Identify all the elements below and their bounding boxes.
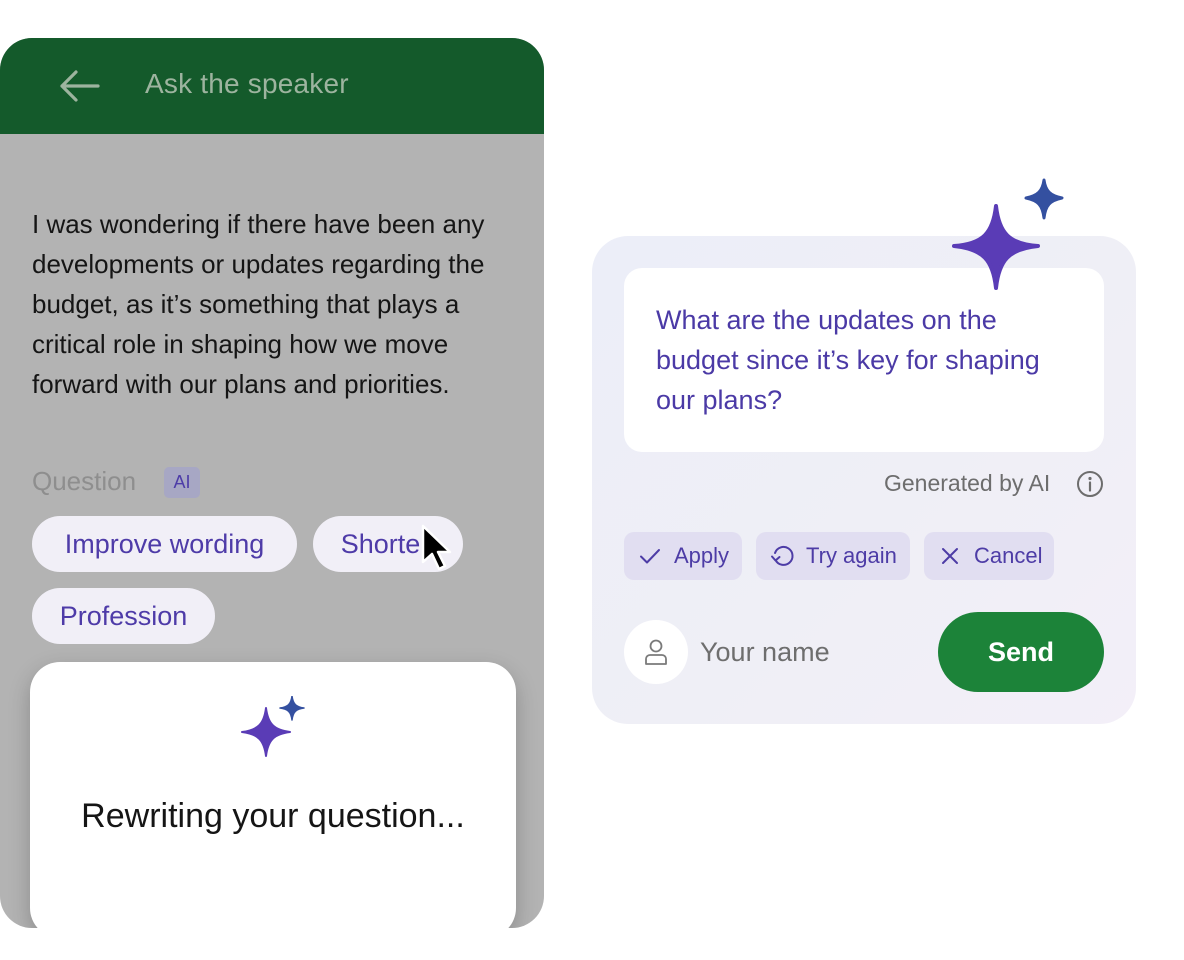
apply-button[interactable]: Apply: [624, 532, 742, 580]
name-input[interactable]: [700, 630, 920, 674]
suggested-question: What are the updates on the budget since…: [656, 305, 1040, 415]
avatar: [624, 620, 688, 684]
generated-by-ai-label: Generated by AI: [884, 470, 1051, 496]
try-again-label: Try again: [806, 543, 897, 568]
check-icon: [640, 549, 660, 564]
refresh-icon: [771, 545, 794, 566]
try-again-button[interactable]: Try again: [756, 532, 910, 580]
ai-suggestion-card: What are the updates on the budget since…: [592, 236, 1136, 724]
user-icon: [645, 639, 667, 665]
profession-chip[interactable]: Profession: [32, 588, 215, 644]
arrow-left-icon[interactable]: [58, 68, 102, 104]
send-button[interactable]: Send: [938, 612, 1104, 692]
question-text[interactable]: I was wondering if there have been any d…: [32, 204, 502, 404]
question-label: Question: [32, 466, 137, 496]
sparkle-icon: [241, 696, 305, 757]
mouse-cursor-icon: [421, 524, 452, 571]
sparkle-icon: [952, 178, 1064, 290]
info-icon[interactable]: [1076, 470, 1104, 498]
cancel-label: Cancel: [974, 543, 1043, 568]
ask-speaker-panel: Ask the speaker I was wondering if there…: [0, 38, 544, 928]
cancel-button[interactable]: Cancel: [924, 532, 1054, 580]
page-title: Ask the speaker: [145, 68, 349, 99]
panel-header: Ask the speaker: [0, 38, 544, 134]
rewriting-text: Rewriting your question...: [81, 797, 465, 835]
close-icon: [942, 548, 958, 564]
apply-label: Apply: [674, 543, 730, 568]
rewriting-dialog: Rewriting your question...: [30, 662, 516, 928]
ai-badge: AI: [164, 467, 200, 498]
improve-wording-chip[interactable]: Improve wording: [32, 516, 297, 572]
